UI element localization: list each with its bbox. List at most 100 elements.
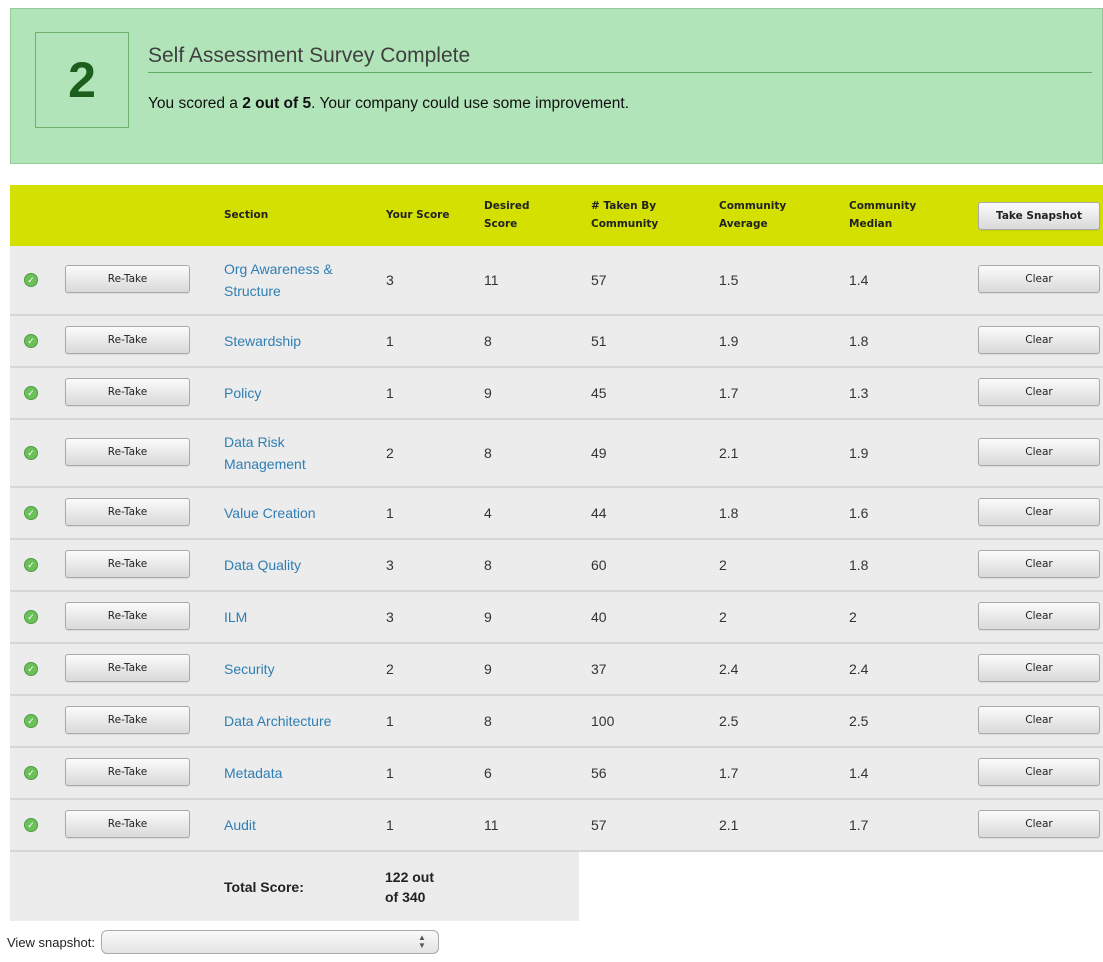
clear-button[interactable]: Clear — [978, 810, 1100, 838]
retake-button[interactable]: Re-Take — [65, 758, 190, 786]
desired-score-cell: 8 — [484, 713, 492, 729]
header-average-line2: Average — [719, 218, 768, 230]
desired-score-cell: 11 — [484, 817, 499, 833]
your-score-cell: 1 — [386, 333, 394, 349]
section-link[interactable]: Audit — [224, 814, 256, 836]
status-cell: ✓ — [24, 246, 38, 314]
section-name-line1: Data Quality — [224, 557, 302, 573]
header-taken-by-community: # Taken By Community — [591, 197, 658, 233]
check-icon: ✓ — [24, 766, 38, 780]
your-score-cell: 3 — [386, 272, 394, 288]
median-cell: 1.8 — [849, 557, 869, 573]
clear-button[interactable]: Clear — [978, 706, 1100, 734]
status-cell: ✓ — [24, 488, 38, 538]
section-link[interactable]: Data Quality — [224, 554, 301, 576]
clear-button[interactable]: Clear — [978, 498, 1100, 526]
section-link[interactable]: Value Creation — [224, 502, 316, 524]
retake-button[interactable]: Re-Take — [65, 438, 190, 466]
retake-button[interactable]: Re-Take — [65, 706, 190, 734]
average-cell: 2 — [719, 557, 727, 573]
average-cell: 2.1 — [719, 445, 739, 461]
status-cell: ✓ — [24, 800, 38, 850]
retake-button[interactable]: Re-Take — [65, 378, 190, 406]
section-cell: Data Architecture — [224, 696, 374, 746]
status-cell: ✓ — [24, 420, 38, 486]
your-score-cell: 1 — [386, 385, 394, 401]
clear-button[interactable]: Clear — [978, 758, 1100, 786]
clear-button[interactable]: Clear — [978, 654, 1100, 682]
average-cell: 1.7 — [719, 385, 739, 401]
section-link[interactable]: Metadata — [224, 762, 282, 784]
header-community-median: Community Median — [849, 197, 916, 233]
total-score-row: Total Score: 122 out of 340 — [10, 850, 1103, 921]
status-cell: ✓ — [24, 368, 38, 418]
section-link[interactable]: ILM — [224, 606, 247, 628]
retake-button[interactable]: Re-Take — [65, 810, 190, 838]
section-name-line1: Data Architecture — [224, 713, 332, 729]
clear-button[interactable]: Clear — [978, 378, 1100, 406]
table-row: ✓ Re-Take Metadata 1 6 56 1.7 1.4 Clear — [10, 746, 1103, 798]
clear-button[interactable]: Clear — [978, 326, 1100, 354]
retake-button[interactable]: Re-Take — [65, 498, 190, 526]
table-row: ✓ Re-Take Policy 1 9 45 1.7 1.3 Clear — [10, 366, 1103, 418]
desired-score-cell: 8 — [484, 333, 492, 349]
average-cell: 2 — [719, 609, 727, 625]
retake-button[interactable]: Re-Take — [65, 602, 190, 630]
desired-score-cell: 6 — [484, 765, 492, 781]
results-table: Section Your Score Desired Score # Taken… — [10, 185, 1103, 921]
section-link[interactable]: Stewardship — [224, 330, 301, 352]
header-desired-line2: Score — [484, 218, 518, 230]
section-link[interactable]: Data Architecture — [224, 710, 331, 732]
section-link[interactable]: Org Awareness & Structure — [224, 258, 333, 302]
table-row: ✓ Re-Take Data Quality 3 8 60 2 1.8 Clear — [10, 538, 1103, 590]
section-cell: Org Awareness & Structure — [224, 246, 374, 314]
retake-button[interactable]: Re-Take — [65, 550, 190, 578]
section-cell: Security — [224, 644, 374, 694]
header-section: Section — [224, 209, 269, 221]
total-score-value-line2: of 340 — [385, 888, 426, 905]
median-cell: 2.4 — [849, 661, 869, 677]
section-cell: Policy — [224, 368, 374, 418]
status-cell: ✓ — [24, 316, 38, 366]
desired-score-cell: 11 — [484, 272, 499, 288]
your-score-cell: 3 — [386, 609, 394, 625]
taken-cell: 57 — [591, 817, 607, 833]
your-score-cell: 1 — [386, 817, 394, 833]
clear-button[interactable]: Clear — [978, 438, 1100, 466]
average-cell: 1.9 — [719, 333, 739, 349]
median-cell: 1.4 — [849, 272, 869, 288]
status-cell: ✓ — [24, 696, 38, 746]
retake-button[interactable]: Re-Take — [65, 326, 190, 354]
desired-score-cell: 4 — [484, 505, 492, 521]
section-link[interactable]: Policy — [224, 382, 261, 404]
taken-cell: 45 — [591, 385, 607, 401]
header-taken-line2: Community — [591, 218, 659, 230]
check-icon: ✓ — [24, 714, 38, 728]
median-cell: 1.6 — [849, 505, 869, 521]
average-cell: 2.1 — [719, 817, 739, 833]
message-prefix: You scored a — [148, 95, 243, 112]
median-cell: 1.9 — [849, 445, 869, 461]
median-cell: 1.7 — [849, 817, 869, 833]
clear-button[interactable]: Clear — [978, 550, 1100, 578]
take-snapshot-button[interactable]: Take Snapshot — [978, 202, 1100, 230]
message-suffix: . Your company could use some improvemen… — [311, 95, 630, 112]
desired-score-cell: 9 — [484, 661, 492, 677]
score-badge: 2 — [35, 32, 129, 128]
median-cell: 1.3 — [849, 385, 869, 401]
average-cell: 1.8 — [719, 505, 739, 521]
clear-button[interactable]: Clear — [978, 602, 1100, 630]
snapshot-select[interactable]: ▲ ▼ — [100, 930, 439, 954]
section-link[interactable]: Security — [224, 658, 275, 680]
section-link[interactable]: Data Risk Management — [224, 431, 306, 475]
median-cell: 1.4 — [849, 765, 869, 781]
header-desired-score: Desired Score — [484, 197, 530, 233]
retake-button[interactable]: Re-Take — [65, 654, 190, 682]
total-score-label: Total Score: — [224, 878, 304, 895]
section-cell: Value Creation — [224, 488, 374, 538]
desired-score-cell: 9 — [484, 385, 492, 401]
table-row: ✓ Re-Take Security 2 9 37 2.4 2.4 Clear — [10, 642, 1103, 694]
section-cell: Stewardship — [224, 316, 374, 366]
retake-button[interactable]: Re-Take — [65, 265, 190, 293]
clear-button[interactable]: Clear — [978, 265, 1100, 293]
